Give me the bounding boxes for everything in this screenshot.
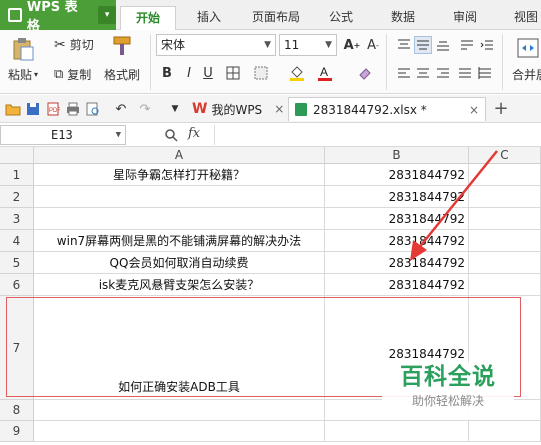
format-painter-button[interactable]: 格式刷	[104, 66, 140, 83]
increase-font-icon[interactable]: A +	[343, 36, 361, 54]
clear-format-icon[interactable]	[356, 64, 374, 82]
chevron-down-icon: ▼	[325, 40, 332, 50]
tab-my-wps[interactable]: W 我的WPS ×	[186, 97, 290, 121]
align-bottom-icon[interactable]	[434, 36, 452, 54]
paste-icon[interactable]	[10, 36, 36, 62]
ribbon-divider	[150, 34, 151, 90]
customize-toolbar-icon[interactable]: ▼	[166, 100, 184, 118]
app-title: WPS 表格	[26, 0, 78, 34]
wrap-text-icon[interactable]	[458, 36, 476, 54]
align-center-icon[interactable]	[414, 64, 432, 82]
function-icon[interactable]: fx	[188, 126, 200, 141]
underline-button[interactable]: U	[199, 64, 217, 82]
watermark-subtitle: 助你轻松解决	[411, 394, 484, 408]
undo-icon[interactable]: ↶	[112, 100, 130, 118]
fill-pattern-icon[interactable]	[252, 64, 270, 82]
merge-center-icon[interactable]	[516, 36, 540, 60]
print-icon[interactable]	[64, 100, 82, 118]
decrease-font-icon[interactable]: A-	[364, 36, 382, 54]
new-tab-icon[interactable]: +	[492, 98, 510, 119]
tab-insert[interactable]: 插入	[184, 6, 234, 30]
align-top-icon[interactable]	[395, 36, 413, 54]
ribbon: 粘贴 ▾ ✂ 剪切 ⧉ 复制 格式刷 宋体 ▼ 11 ▼ A + A- B I U A 合并…	[0, 30, 541, 94]
open-folder-icon[interactable]	[4, 100, 22, 118]
redo-icon[interactable]: ↷	[136, 100, 154, 118]
font-size-select[interactable]: 11 ▼	[279, 34, 337, 56]
format-painter-icon[interactable]	[110, 34, 134, 58]
export-pdf-icon[interactable]: PDF	[44, 100, 62, 118]
align-left-icon[interactable]	[395, 64, 413, 82]
formula-bar: E13 ▼ fx	[0, 123, 541, 147]
copy-icon: ⧉	[54, 67, 64, 82]
merge-center-button[interactable]: 合并居	[512, 66, 541, 83]
copy-button[interactable]: ⧉ 复制	[54, 66, 91, 83]
zoom-icon[interactable]	[162, 126, 180, 144]
align-middle-icon[interactable]	[414, 36, 432, 54]
app-menu-button[interactable]: WPS 表格 ▾	[0, 0, 116, 34]
font-name-select[interactable]: 宋体 ▼	[156, 34, 276, 56]
watermark: 百科全说 助你轻松解决	[382, 362, 514, 420]
name-box[interactable]: E13 ▼	[0, 125, 126, 145]
close-icon[interactable]: ×	[274, 102, 284, 116]
print-preview-icon[interactable]	[84, 100, 102, 118]
justify-icon[interactable]	[456, 64, 474, 82]
title-bar: WPS 表格 ▾ 开始 插入 页面布局 公式 数据 审阅 视图	[0, 0, 541, 34]
borders-icon[interactable]	[224, 64, 242, 82]
chevron-down-icon: ▼	[115, 130, 121, 140]
fill-color-icon[interactable]	[288, 64, 306, 82]
save-icon[interactable]	[24, 100, 42, 118]
scissors-icon: ✂	[54, 36, 66, 53]
close-icon[interactable]: ×	[469, 103, 479, 117]
tab-formulas[interactable]: 公式	[318, 6, 364, 30]
spreadsheet-grid: A B C 1 星际争霸怎样打开秘籍？ 2831844792 2 2831844792 3…	[0, 147, 541, 445]
spreadsheet-icon	[295, 103, 307, 116]
quick-access-toolbar: PDF ↶ ↷ ▼ W 我的WPS × 2831844792.xlsx * × …	[0, 95, 541, 123]
ribbon-divider	[386, 34, 387, 90]
align-right-icon[interactable]	[434, 64, 452, 82]
ribbon-divider	[502, 34, 503, 90]
font-color-icon[interactable]: A	[316, 64, 334, 82]
tab-data[interactable]: 数据	[378, 6, 428, 30]
chevron-down-icon: ▼	[264, 40, 271, 50]
tab-page-layout[interactable]: 页面布局	[244, 6, 308, 30]
tab-view[interactable]: 视图	[504, 6, 541, 30]
svg-text:PDF: PDF	[49, 108, 60, 114]
paste-button[interactable]: 粘贴 ▾	[8, 66, 38, 83]
distributed-icon[interactable]	[476, 64, 494, 82]
wps-logo-icon	[8, 8, 22, 22]
bold-button[interactable]: B	[158, 64, 176, 82]
formula-input[interactable]	[214, 125, 541, 145]
watermark-title: 百科全说	[400, 364, 496, 390]
tab-review[interactable]: 审阅	[440, 6, 490, 30]
svg-text:A: A	[320, 65, 328, 79]
cut-button[interactable]: ✂ 剪切	[54, 36, 94, 53]
tab-home[interactable]: 开始	[120, 6, 176, 30]
chevron-down-icon[interactable]: ▾	[98, 6, 116, 24]
tab-workbook[interactable]: 2831844792.xlsx * ×	[288, 97, 486, 121]
indent-icon[interactable]	[478, 36, 496, 54]
italic-button[interactable]: I	[180, 64, 198, 82]
wps-w-icon: W	[192, 101, 208, 117]
